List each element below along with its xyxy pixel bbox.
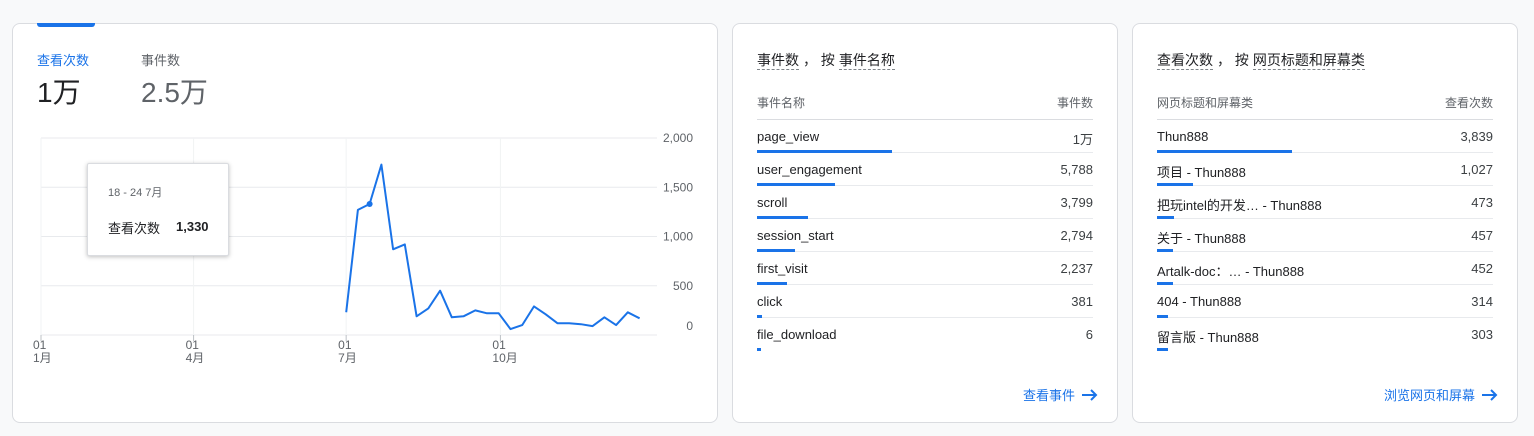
event-row-name: session_start: [757, 228, 834, 243]
events-col-name: 事件名称: [757, 96, 806, 110]
events-card: 事件数， 按事件名称 事件名称 事件数 page_view 1万 user_enga…: [732, 23, 1118, 423]
event-row-value: 381: [1071, 294, 1093, 309]
y-tick-label: 1,000: [663, 230, 693, 244]
events-card-title: 事件数， 按事件名称: [757, 50, 895, 70]
y-tick-label: 500: [673, 279, 693, 293]
events-title-metric[interactable]: 事件数: [757, 52, 799, 70]
series-line: [345, 163, 641, 331]
event-row[interactable]: first_visit 2,237: [757, 252, 1093, 285]
page-row[interactable]: 把玩intel的开发… - Thun888 473: [1157, 186, 1493, 219]
page-row-value: 303: [1471, 327, 1493, 342]
page-row-value: 1,027: [1460, 162, 1493, 177]
page-row-name: 留言版 - Thun888: [1157, 330, 1259, 345]
event-row-name: user_engagement: [757, 162, 862, 177]
event-row-name: page_view: [757, 129, 820, 144]
event-row-value: 1万: [1072, 132, 1093, 147]
arrow-right-icon: [1082, 388, 1098, 401]
pages-title-metric[interactable]: 查看次数: [1157, 52, 1213, 70]
event-row[interactable]: scroll 3,799: [757, 186, 1093, 219]
page-row-bar: [1157, 348, 1168, 351]
page-row[interactable]: Artalk-doc：… - Thun888 452: [1157, 252, 1493, 285]
page-row-name: Thun888: [1157, 129, 1209, 144]
x-tick-month: 10月: [492, 351, 517, 365]
page-row[interactable]: 关于 - Thun888 457: [1157, 219, 1493, 252]
page-row[interactable]: Thun888 3,839: [1157, 120, 1493, 153]
event-row[interactable]: session_start 2,794: [757, 219, 1093, 252]
events-title-dimension[interactable]: 事件名称: [838, 52, 895, 70]
event-row-value: 2,794: [1060, 228, 1093, 243]
browse-pages-label: 浏览网页和屏幕: [1383, 388, 1475, 403]
x-tick-day: 01: [338, 338, 352, 352]
event-row-bar: [757, 348, 761, 351]
event-row-value: 6: [1085, 327, 1093, 342]
events-col-value: 事件数: [1056, 96, 1093, 110]
pages-col-value: 查看次数: [1444, 96, 1493, 110]
page-row-name: Artalk-doc：… - Thun888: [1157, 264, 1305, 279]
y-tick-label: 0: [686, 319, 693, 333]
pages-title-sep: ， 按: [1217, 52, 1249, 68]
page-row-value: 3,839: [1460, 129, 1493, 144]
page-row-name: 关于 - Thun888: [1157, 231, 1246, 246]
x-tick-month: 7月: [338, 351, 357, 365]
x-tick-day: 01: [33, 338, 47, 352]
y-tick-label: 2,000: [663, 131, 693, 145]
y-tick-label: 1,500: [663, 180, 693, 194]
event-row[interactable]: click 381: [757, 285, 1093, 318]
arrow-right-icon: [1482, 388, 1498, 401]
event-row[interactable]: page_view 1万: [757, 120, 1093, 153]
pages-title-dimension[interactable]: 网页标题和屏幕类: [1252, 52, 1365, 70]
browse-pages-link[interactable]: 浏览网页和屏幕: [1384, 385, 1499, 404]
x-tick-month: 4月: [186, 351, 205, 365]
events-title-sep: ， 按: [803, 52, 835, 68]
overview-card: 查看次数 1万 事件数 2.5万 2,000 1,500 1,000 500 0 01 1月…: [12, 23, 718, 423]
x-tick-month: 1月: [33, 351, 52, 365]
pages-table-body: Thun888 3,839 项目 - Thun888 1,027 把玩intel的开发……: [1157, 120, 1493, 351]
page-row[interactable]: 留言版 - Thun888 303: [1157, 318, 1493, 351]
tooltip-value: 1,330: [176, 219, 209, 234]
page-row-value: 452: [1471, 261, 1493, 276]
page-row[interactable]: 项目 - Thun888 1,027: [1157, 153, 1493, 186]
page-row-value: 473: [1471, 195, 1493, 210]
pages-card: 查看次数， 按网页标题和屏幕类 网页标题和屏幕类 查看次数 Thun888 3,8…: [1132, 23, 1518, 423]
page-row-value: 457: [1471, 228, 1493, 243]
event-row-name: scroll: [757, 195, 788, 210]
pages-col-name: 网页标题和屏幕类: [1157, 96, 1254, 110]
page-row-value: 314: [1471, 294, 1493, 309]
event-row[interactable]: user_engagement 5,788: [757, 153, 1093, 186]
highlight-point: [366, 200, 373, 207]
page-row-name: 把玩intel的开发… - Thun888: [1157, 198, 1322, 213]
event-row-value: 2,237: [1060, 261, 1093, 276]
events-table-header: 事件名称 事件数: [757, 94, 1093, 120]
event-row-name: first_visit: [757, 261, 808, 276]
event-row-name: file_download: [757, 327, 837, 342]
pages-card-title: 查看次数， 按网页标题和屏幕类: [1157, 50, 1365, 70]
event-row[interactable]: file_download 6: [757, 318, 1093, 351]
view-events-link[interactable]: 查看事件: [1023, 385, 1099, 404]
page-row-name: 404 - Thun888: [1157, 294, 1242, 309]
view-events-label: 查看事件: [1022, 388, 1075, 403]
event-row-value: 5,788: [1060, 162, 1093, 177]
events-table-body: page_view 1万 user_engagement 5,788 scroll 3,7…: [757, 120, 1093, 351]
tooltip-label: 查看次数: [108, 221, 161, 236]
page-row-name: 项目 - Thun888: [1157, 165, 1246, 180]
event-row-name: click: [757, 294, 783, 309]
event-row-value: 3,799: [1060, 195, 1093, 210]
x-tick-day: 01: [186, 338, 200, 352]
tooltip-date: 18 - 24 7月: [108, 187, 163, 199]
x-tick-day: 01: [492, 338, 506, 352]
pages-table-header: 网页标题和屏幕类 查看次数: [1157, 94, 1493, 120]
chart-tooltip: 18 - 24 7月 查看次数 1,330: [87, 163, 229, 256]
page-row[interactable]: 404 - Thun888 314: [1157, 285, 1493, 318]
